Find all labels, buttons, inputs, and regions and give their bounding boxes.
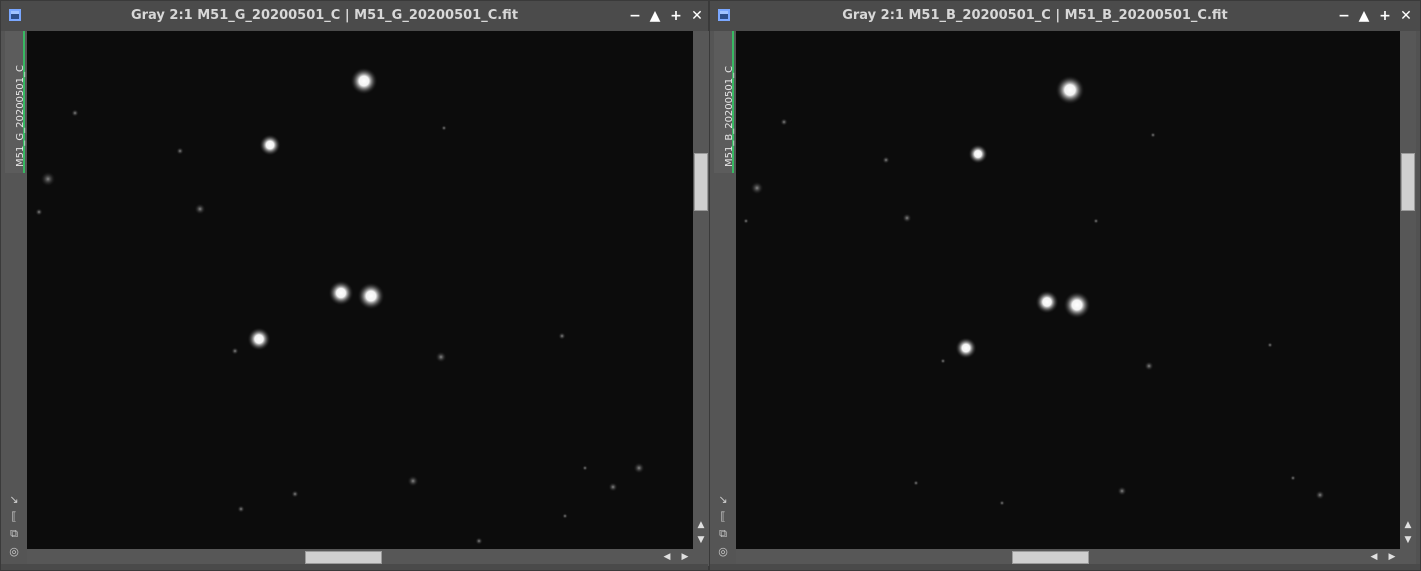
scroll-left-icon[interactable]: ◀ xyxy=(660,551,674,563)
zoom-actual-icon[interactable]: ⟦ xyxy=(716,510,730,524)
scroll-down-icon[interactable]: ▼ xyxy=(694,534,708,546)
scroll-right-icon[interactable]: ▶ xyxy=(1385,551,1399,563)
title-bar[interactable]: Gray 2:1 M51_B_20200501_C | M51_B_202005… xyxy=(710,1,1420,31)
close-icon[interactable]: ✕ xyxy=(1398,8,1414,24)
vertical-scrollbar[interactable]: ▲ ▼ xyxy=(693,31,709,549)
view-identifier-label: M51_B_20200501_C xyxy=(724,65,735,167)
vertical-scroll-thumb[interactable] xyxy=(694,153,708,211)
window-icon[interactable] xyxy=(718,9,730,21)
shade-icon[interactable]: ▲ xyxy=(1356,8,1372,24)
zoom-to-fit-icon[interactable]: ↘ xyxy=(7,493,21,507)
close-icon[interactable]: ✕ xyxy=(689,8,705,24)
window-bottom-edge xyxy=(1,564,708,570)
image-window-blue[interactable]: Gray 2:1 M51_B_20200501_C | M51_B_202005… xyxy=(709,0,1421,571)
scroll-up-icon[interactable]: ▲ xyxy=(1401,519,1415,531)
clone-view-icon[interactable]: ⧉ xyxy=(7,527,21,541)
image-canvas[interactable] xyxy=(736,31,1400,549)
zoom-to-fit-icon[interactable]: ↘ xyxy=(716,493,730,507)
title-bar[interactable]: Gray 2:1 M51_G_20200501_C | M51_G_202005… xyxy=(1,1,708,31)
view-identifier-tab[interactable]: M51_G_20200501_C xyxy=(5,31,26,173)
maximize-icon[interactable]: + xyxy=(668,8,684,24)
clone-view-icon[interactable]: ⧉ xyxy=(716,527,730,541)
zoom-actual-icon[interactable]: ⟦ xyxy=(7,510,21,524)
minimize-icon[interactable]: − xyxy=(1336,8,1352,24)
target-icon[interactable]: ◎ xyxy=(7,545,21,559)
star-field xyxy=(736,31,1400,549)
view-sidebar: M51_B_20200501_C ↘ ⟦ ⧉ ◎ xyxy=(710,31,736,570)
scroll-right-icon[interactable]: ▶ xyxy=(678,551,692,563)
window-bottom-edge xyxy=(710,564,1420,570)
scroll-left-icon[interactable]: ◀ xyxy=(1367,551,1381,563)
horizontal-scroll-thumb[interactable] xyxy=(1012,551,1089,564)
window-title: Gray 2:1 M51_G_20200501_C | M51_G_202005… xyxy=(130,8,519,23)
image-canvas[interactable] xyxy=(27,31,693,549)
star-field xyxy=(27,31,693,549)
horizontal-scroll-thumb[interactable] xyxy=(305,551,382,564)
vertical-scrollbar[interactable]: ▲ ▼ xyxy=(1400,31,1416,549)
window-icon[interactable] xyxy=(9,9,21,21)
scroll-up-icon[interactable]: ▲ xyxy=(694,519,708,531)
maximize-icon[interactable]: + xyxy=(1377,8,1393,24)
shade-icon[interactable]: ▲ xyxy=(647,8,663,24)
window-title: Gray 2:1 M51_B_20200501_C | M51_B_202005… xyxy=(842,8,1228,23)
image-window-green[interactable]: Gray 2:1 M51_G_20200501_C | M51_G_202005… xyxy=(0,0,709,571)
vertical-scroll-thumb[interactable] xyxy=(1401,153,1415,211)
view-identifier-tab[interactable]: M51_B_20200501_C xyxy=(714,31,735,173)
view-sidebar: M51_G_20200501_C ↘ ⟦ ⧉ ◎ xyxy=(1,31,27,570)
scroll-down-icon[interactable]: ▼ xyxy=(1401,534,1415,546)
view-identifier-label: M51_G_20200501_C xyxy=(15,65,26,167)
minimize-icon[interactable]: − xyxy=(627,8,643,24)
target-icon[interactable]: ◎ xyxy=(716,545,730,559)
